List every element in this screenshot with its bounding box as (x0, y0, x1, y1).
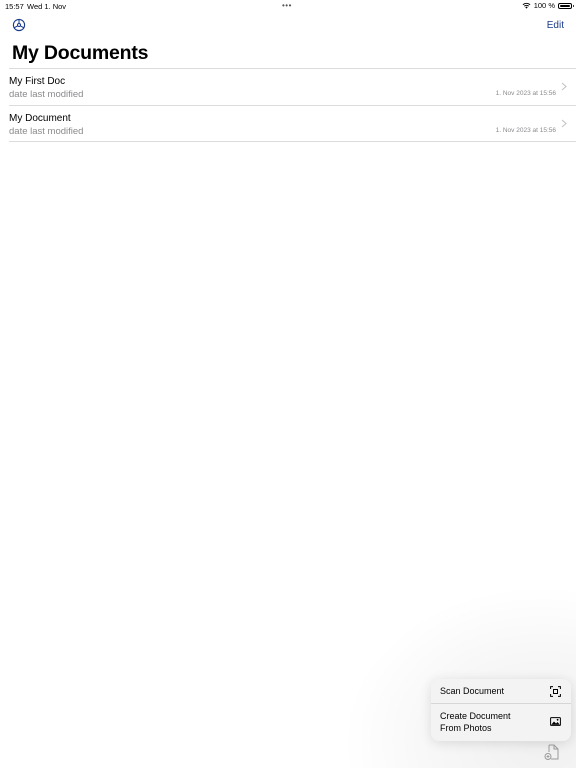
document-title: My Document (9, 112, 71, 124)
wifi-icon (522, 2, 531, 9)
document-date: 1. Nov 2023 at 15:56 (495, 90, 556, 97)
document-date: 1. Nov 2023 at 15:56 (495, 126, 556, 134)
multitasking-dots-icon[interactable]: ••• (282, 2, 292, 10)
document-subtitle: date last modified (9, 125, 84, 137)
new-document-menu: Scan Document Create Document From Photo… (431, 679, 571, 741)
edit-button[interactable]: Edit (547, 20, 564, 31)
chevron-right-icon (561, 82, 567, 91)
status-indicators: 100 % (522, 1, 574, 10)
scan-document-menu-item[interactable]: Scan Document (431, 679, 571, 704)
battery-icon (558, 2, 574, 9)
menu-backdrop (346, 588, 576, 768)
document-title: My First Doc (9, 76, 66, 87)
status-bar: 15:57 Wed 1. Nov ••• 100 % (0, 0, 576, 12)
document-row[interactable]: My Document date last modified 1. Nov 20… (9, 106, 576, 142)
create-from-photos-menu-item[interactable]: Create Document From Photos (431, 704, 571, 741)
battery-percent: 100 % (533, 1, 555, 10)
document-list: My First Doc date last modified 1. Nov 2… (9, 68, 576, 142)
add-document-icon[interactable] (544, 744, 560, 761)
photo-icon (550, 717, 561, 726)
gear-icon[interactable] (12, 18, 26, 32)
menu-item-label: Create Document From Photos (440, 710, 511, 733)
document-subtitle: date last modified (9, 89, 84, 100)
chevron-right-icon (561, 119, 567, 127)
menu-item-label: Scan Document (440, 686, 505, 696)
page-title: My Documents (12, 42, 149, 64)
scan-icon (550, 686, 561, 697)
battery-fill (560, 4, 570, 7)
status-date: Wed 1. Nov (27, 2, 67, 11)
document-row[interactable]: My First Doc date last modified 1. Nov 2… (9, 69, 576, 106)
status-time: 15:57 (5, 2, 24, 11)
